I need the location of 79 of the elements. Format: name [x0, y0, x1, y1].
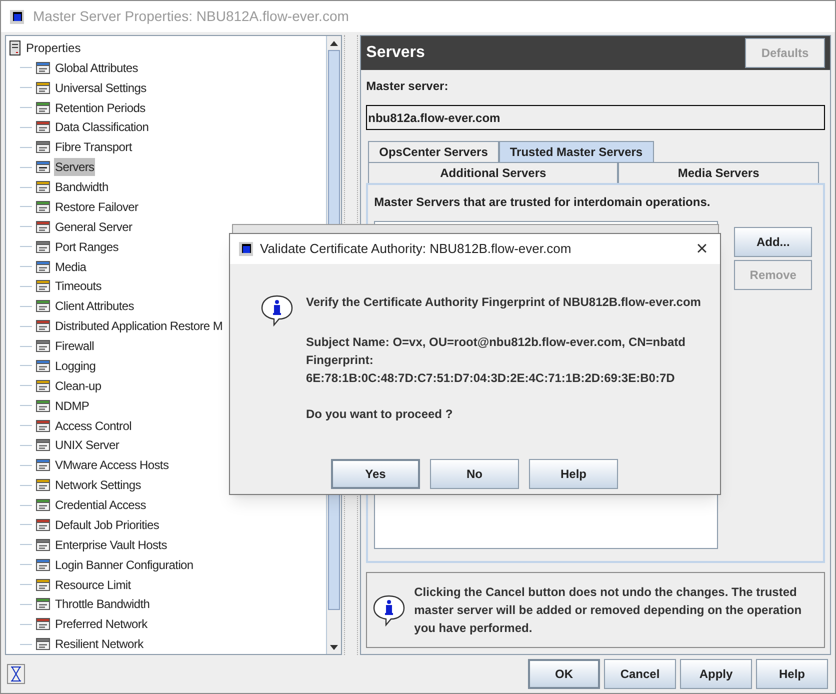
hourglass-icon	[7, 664, 25, 684]
dialog-button[interactable]: Yes	[331, 459, 420, 489]
node-icon	[35, 159, 51, 176]
tree-item[interactable]: Universal Settings	[54, 78, 148, 97]
app-icon	[238, 241, 254, 257]
tree-item[interactable]: Enterprise Vault Hosts	[54, 536, 168, 554]
tab[interactable]: Trusted Master Servers	[498, 141, 654, 162]
tree-item[interactable]: Resource Limit	[54, 576, 132, 594]
tree-root[interactable]: Properties	[26, 38, 81, 57]
tree-item[interactable]: Preferred Network	[54, 615, 148, 634]
subject-text: Subject Name: O=vx, OU=root@nbu812b.flow-ever.com, CN=nbatd	[306, 334, 686, 351]
tree-item[interactable]: Fibre Transport	[54, 138, 133, 156]
node-icon	[35, 477, 51, 494]
tree-item[interactable]: Global Attributes	[54, 58, 139, 77]
dialog-title: Validate Certificate Authority: NBU812B.flow-ever.com	[260, 240, 572, 258]
fingerprint-label: Fingerprint:	[306, 352, 374, 369]
tree-item[interactable]: Restore Failover	[54, 198, 140, 216]
window-title: Master Server Properties: NBU812A.flow-ever.com	[33, 7, 349, 26]
tree-item[interactable]: Firewall	[54, 337, 95, 356]
node-icon	[35, 497, 51, 514]
fingerprint-text: 6E:78:1B:0C:48:7D:C7:51:D7:04:3D:2E:4C:71:1B:2D:69:3E:B0:7D	[306, 370, 676, 387]
tree-item[interactable]: Retention Periods	[54, 98, 146, 117]
dialog-heading: Verify the Certificate Authority Fingerprint of NBU812B.flow-ever.com	[306, 294, 701, 311]
tree-item[interactable]: VMware Access Hosts	[54, 456, 170, 474]
node-icon	[35, 278, 51, 294]
node-icon	[35, 298, 51, 314]
dialog-button[interactable]: Cancel	[604, 659, 676, 689]
dialog-button[interactable]: Apply	[680, 659, 752, 689]
info-icon	[372, 593, 406, 627]
master-server-label: Master server:	[366, 78, 450, 95]
tree-item[interactable]: Client Attributes	[54, 297, 135, 316]
node-icon	[35, 338, 51, 354]
node-icon	[35, 318, 51, 334]
tree-item[interactable]: Timeouts	[54, 277, 103, 296]
scroll-up-icon[interactable]	[330, 40, 338, 46]
tab[interactable]: Media Servers	[618, 162, 819, 183]
tree-item[interactable]: Logging	[54, 356, 97, 375]
scroll-down-icon[interactable]	[330, 644, 338, 650]
tab[interactable]: Additional Servers	[368, 162, 618, 183]
note-text: Clicking the Cancel button does not undo the changes. The trusted master server will be added or removed depending on the operation you have performed.	[414, 584, 803, 637]
tree-item[interactable]: Data Classification	[54, 118, 150, 136]
node-icon	[35, 119, 51, 136]
tree-item[interactable]: UNIX Server	[54, 436, 120, 454]
tree-item[interactable]: Media	[54, 258, 88, 276]
tab[interactable]: OpsCenter Servers	[368, 141, 499, 162]
question-text: Do you want to proceed ?	[306, 406, 454, 423]
node-icon	[35, 437, 51, 454]
tree-item[interactable]: Network Settings	[54, 476, 142, 494]
tree-item[interactable]: Throttle Bandwidth	[54, 595, 151, 614]
add-button[interactable]: Add...	[734, 227, 812, 257]
tree-item[interactable]: Default Job Priorities	[54, 516, 160, 534]
dialog-button[interactable]: OK	[528, 659, 600, 689]
tree-item[interactable]: General Server	[54, 218, 134, 236]
node-icon	[35, 636, 51, 652]
node-icon	[35, 179, 51, 196]
master-server-field: nbu812a.flow-ever.com	[366, 105, 825, 130]
tree-item[interactable]: NDMP	[54, 396, 90, 415]
dialog-button[interactable]: Help	[529, 459, 618, 489]
tree-item[interactable]: Login Banner Configuration	[54, 556, 194, 574]
node-icon	[35, 596, 51, 612]
close-button[interactable]: ×	[692, 239, 712, 259]
tree-item[interactable]: Port Ranges	[54, 238, 120, 256]
node-icon	[35, 616, 51, 632]
tree-item[interactable]: Distributed Application Restore M	[54, 317, 224, 336]
node-icon	[35, 457, 51, 474]
tree-item[interactable]: Access Control	[54, 416, 132, 435]
info-icon	[260, 293, 294, 327]
tree-item[interactable]: Credential Access	[54, 496, 147, 514]
tree-item[interactable]: Clean-up	[54, 376, 102, 395]
description-text: Master Servers that are trusted for interdomain operations.	[374, 194, 712, 211]
tree-item[interactable]: Bandwidth	[54, 178, 110, 196]
panel-title: Servers	[366, 43, 425, 63]
tree-item[interactable]: Resilient Network	[54, 635, 144, 654]
dialog-button[interactable]: No	[430, 459, 519, 489]
app-icon	[9, 8, 25, 24]
dialog-button[interactable]: Help	[756, 659, 828, 689]
node-icon	[35, 139, 51, 156]
tree-item[interactable]: Servers	[54, 158, 96, 176]
server-icon	[8, 40, 22, 56]
